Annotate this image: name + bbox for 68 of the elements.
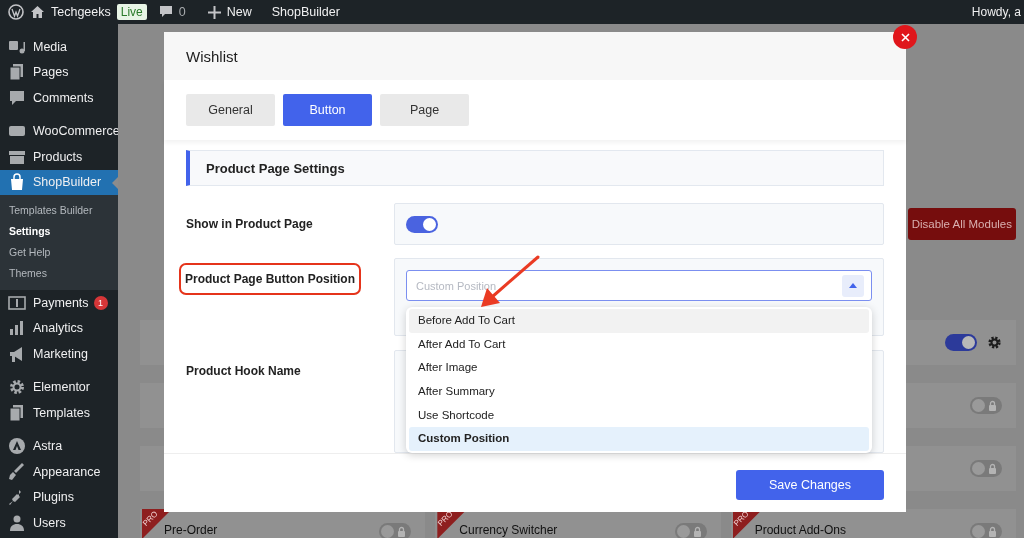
user-icon: [8, 513, 26, 532]
caret-icon: [849, 283, 857, 288]
menu-item[interactable]: Comments: [0, 85, 118, 111]
pages-icon: [8, 403, 26, 422]
plus-icon[interactable]: [207, 5, 221, 19]
new-link[interactable]: New: [226, 5, 252, 19]
menu-item[interactable]: Appearance: [0, 459, 118, 485]
dropdown-option[interactable]: After Image: [409, 356, 869, 381]
gear-icon: [8, 378, 26, 397]
submenu-item[interactable]: Templates Builder: [0, 200, 118, 221]
dropdown-option[interactable]: After Add To Cart: [409, 332, 869, 357]
site-name-link[interactable]: Techgeeks: [51, 5, 111, 19]
bag-icon: [8, 173, 26, 192]
toggle-switch[interactable]: [970, 397, 1002, 414]
menu-item[interactable]: Pages: [0, 59, 118, 85]
menu-item[interactable]: Media: [0, 34, 118, 60]
speech-bubble-icon: [8, 88, 26, 107]
pages-icon: [8, 63, 26, 82]
section-header: Product Page Settings: [186, 150, 884, 186]
dropdown-option[interactable]: After Summary: [409, 380, 869, 404]
menu-item[interactable]: Plugins: [0, 484, 118, 510]
home-icon[interactable]: [30, 5, 45, 19]
menu-item[interactable]: Payments 1: [0, 290, 118, 316]
dropdown-option[interactable]: Custom Position: [409, 427, 869, 452]
toggle-switch[interactable]: [970, 523, 1002, 538]
menu-item[interactable]: Products: [0, 144, 118, 170]
speech-bubble-icon[interactable]: [158, 5, 173, 19]
save-button[interactable]: Save Changes: [736, 469, 884, 500]
submenu-item[interactable]: Get Help: [0, 242, 118, 263]
field-label: Show in Product Page: [186, 217, 313, 231]
toggle-switch[interactable]: [945, 334, 977, 351]
greeting-text[interactable]: Howdy, a: [971, 5, 1021, 19]
menu-item[interactable]: Templates: [0, 400, 118, 426]
plugin-link[interactable]: ShopBuilder: [271, 5, 340, 19]
menu-item[interactable]: Elementor: [0, 374, 118, 400]
submenu-item[interactable]: Themes: [0, 263, 118, 284]
caret-button[interactable]: [842, 274, 864, 297]
close-icon: [900, 32, 910, 42]
tab[interactable]: Button: [283, 94, 372, 126]
settings-icon[interactable]: [987, 335, 1002, 350]
dropdown-option[interactable]: Use Shortcode: [409, 403, 869, 428]
modal-title: Wishlist: [186, 47, 238, 65]
disable-all-button[interactable]: Disable All Modules: [907, 208, 1016, 240]
menu-item[interactable]: Astra: [0, 433, 118, 459]
wordpress-logo-icon: [8, 4, 24, 20]
menu-item[interactable]: Marketing: [0, 341, 118, 367]
submenu-item[interactable]: Settings: [0, 221, 118, 242]
menu-item[interactable]: Analytics: [0, 315, 118, 341]
field-label: Product Hook Name: [186, 363, 301, 378]
toggle-switch[interactable]: [406, 215, 438, 233]
field-label: Product Page Button Position: [179, 263, 361, 295]
placeholder-text: Custom Position: [416, 279, 497, 292]
toggle-switch[interactable]: [970, 460, 1002, 477]
menu-item[interactable]: Users: [0, 510, 118, 536]
triangle-circle-icon: [8, 437, 26, 456]
banknote-icon: [8, 293, 26, 312]
comment-count: 0: [178, 5, 186, 19]
close-button[interactable]: [893, 25, 917, 49]
toggle-switch[interactable]: [379, 523, 412, 538]
dropdown-option[interactable]: Before Add To Cart: [409, 309, 869, 333]
toggle-switch[interactable]: [674, 523, 707, 538]
tab[interactable]: Page: [380, 94, 469, 126]
tab[interactable]: General: [186, 94, 275, 126]
live-badge: Live: [116, 4, 147, 20]
bar-chart-icon: [8, 319, 26, 338]
brush-icon: [8, 462, 26, 481]
count-badge: 1: [93, 295, 108, 310]
menu-item[interactable]: ShopBuilder: [0, 169, 118, 195]
